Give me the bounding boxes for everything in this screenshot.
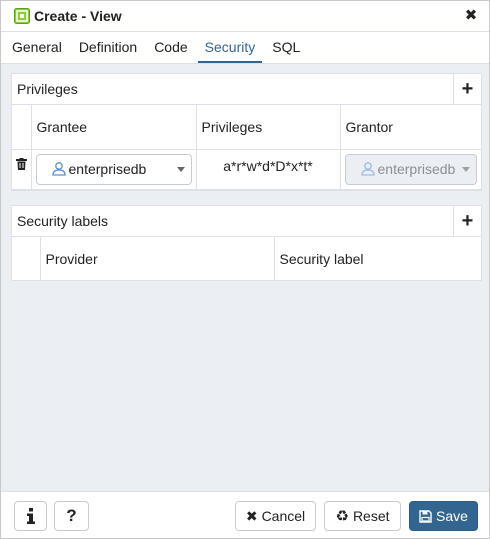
reset-button[interactable]: ♻ Reset: [324, 501, 401, 531]
plus-icon: +: [461, 77, 474, 100]
table-row: enterprisedb a*r*w*d*D*x*t* enterprisedb: [12, 149, 481, 190]
recycle-icon: ♻: [335, 508, 349, 525]
help-icon: ?: [66, 506, 77, 525]
user-icon: [51, 162, 66, 176]
title-bar: Create - View ✖: [1, 1, 489, 32]
column-header-security-label: Security label: [279, 251, 364, 267]
security-labels-table: Provider Security label: [12, 237, 481, 281]
tab-sql[interactable]: SQL: [265, 32, 307, 63]
trash-icon[interactable]: [15, 157, 27, 170]
tab-definition[interactable]: Definition: [72, 32, 144, 63]
cancel-button[interactable]: ✖ Cancel: [235, 501, 316, 531]
privileges-value: a*r*w*d*D*x*t*: [223, 157, 313, 174]
tab-security[interactable]: Security: [197, 32, 263, 63]
privileges-cell[interactable]: a*r*w*d*D*x*t*: [196, 149, 341, 190]
chevron-down-icon: [176, 166, 185, 172]
view-icon: [14, 8, 30, 24]
grantee-value: enterprisedb: [68, 161, 147, 177]
column-header-privileges: Privileges: [196, 105, 341, 150]
save-label: Save: [436, 508, 468, 524]
grantor-value: enterprisedb: [377, 161, 456, 177]
column-header-blank: [12, 237, 41, 281]
tab-bar: General Definition Code Security SQL: [1, 32, 489, 64]
security-labels-title: Security labels: [17, 213, 109, 229]
grantor-cell: enterprisedb: [340, 149, 481, 190]
delete-cell[interactable]: [12, 149, 32, 190]
privileges-table: Grantee Privileges Grantor enterprisedb …: [12, 105, 481, 190]
cancel-label: Cancel: [261, 508, 306, 524]
tab-code[interactable]: Code: [147, 32, 194, 63]
column-header-grantor: Grantor: [340, 105, 481, 150]
column-header-provider: Provider: [40, 237, 275, 281]
security-labels-header: Security labels +: [12, 206, 481, 237]
grantor-select: enterprisedb: [344, 153, 477, 185]
security-labels-panel: Security labels + Provider Security labe…: [11, 205, 482, 281]
privileges-header-row: Grantee Privileges Grantor: [12, 105, 481, 150]
info-button[interactable]: [14, 501, 47, 531]
user-icon: [360, 162, 375, 176]
add-privilege-button[interactable]: +: [453, 74, 481, 104]
grantee-cell: enterprisedb: [31, 149, 197, 190]
tab-general[interactable]: General: [5, 32, 69, 63]
close-icon[interactable]: ✖: [464, 8, 478, 23]
save-button[interactable]: Save: [409, 501, 478, 531]
dialog-footer: ? ✖ Cancel ♻ Reset Save: [1, 491, 489, 538]
chevron-down-icon: [462, 166, 470, 172]
add-security-label-button[interactable]: +: [453, 206, 481, 236]
tab-content: Privileges + Grantee Privileges Grantor: [1, 64, 489, 491]
close-icon: ✖: [245, 507, 258, 524]
help-button[interactable]: ?: [54, 501, 89, 531]
plus-icon: +: [461, 209, 474, 232]
privileges-panel: Privileges + Grantee Privileges Grantor: [11, 73, 482, 191]
info-icon: [26, 508, 35, 524]
security-labels-header-row: Provider Security label: [12, 237, 481, 281]
dialog-title: Create - View: [34, 8, 122, 24]
reset-label: Reset: [352, 508, 390, 524]
column-header-blank: [12, 105, 32, 150]
privileges-title: Privileges: [17, 81, 78, 97]
privileges-header: Privileges +: [12, 74, 481, 105]
grantee-select[interactable]: enterprisedb: [35, 153, 192, 185]
column-header-grantee: Grantee: [31, 105, 197, 150]
create-view-dialog: Create - View ✖ General Definition Code …: [0, 0, 490, 539]
floppy-disk-icon: [419, 509, 432, 523]
